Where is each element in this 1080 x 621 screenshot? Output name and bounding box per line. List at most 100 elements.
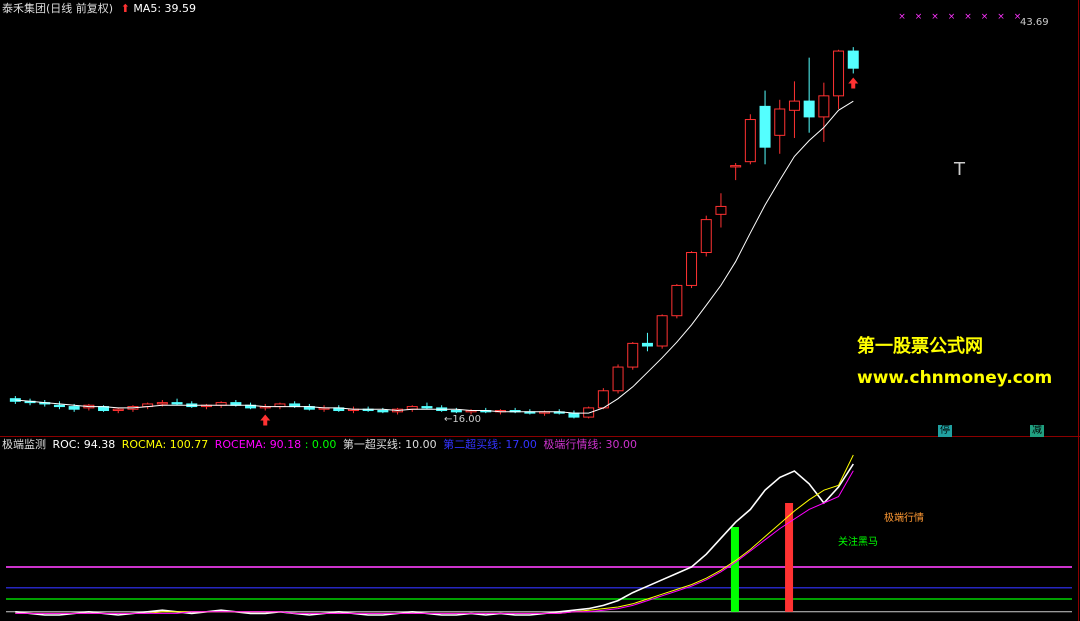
candle [818, 82, 830, 142]
price-candles [9, 47, 859, 419]
candle-body [847, 50, 859, 69]
candle [847, 47, 859, 74]
candle-body [627, 342, 639, 368]
rocema-line [15, 470, 854, 614]
watermark-url: www.chnmoney.com [857, 368, 1053, 388]
candle-body [700, 219, 712, 254]
bar-red-text: 极端行情 [884, 513, 924, 524]
ma-label: MA5: [133, 2, 162, 15]
candle-body [112, 408, 124, 412]
roc-legend: ROC: 94.38 [53, 438, 116, 451]
signal-bar [730, 527, 739, 612]
line3-value: 30.00 [605, 438, 638, 451]
rocma-label: ROCMA: [121, 438, 167, 451]
candle [392, 407, 404, 415]
candle [171, 398, 183, 406]
main-header: 泰禾集团(日线 前复权) ⬆ MA5: 39.59 [2, 2, 196, 16]
candle-body [421, 406, 433, 409]
candle [436, 405, 448, 412]
indicator-header: 极端监测 ROC: 94.38 ROCMA: 100.77 ROCEMA: 90… [2, 438, 637, 452]
ma5-line [15, 100, 854, 414]
candle [200, 403, 212, 410]
candle [215, 401, 227, 408]
halt-tag: 停 [938, 425, 952, 437]
line1-value: 10.00 [405, 438, 437, 451]
candle [274, 402, 286, 410]
line2-label: 第二超买线: [443, 438, 502, 451]
candle [509, 407, 521, 414]
candle-body [568, 412, 580, 418]
candle [641, 332, 653, 352]
candle [318, 405, 330, 412]
rocma-legend: ROCMA: 100.77 [122, 438, 209, 451]
top-marker-icon: × [898, 12, 906, 22]
roc-line [15, 463, 854, 616]
zero-value: : 0.00 [304, 438, 337, 451]
candle [627, 342, 639, 370]
candle [347, 406, 359, 414]
top-marker-icon: × [997, 12, 1005, 22]
right-border [1078, 0, 1079, 621]
ma-value: 39.59 [164, 2, 197, 15]
candle [53, 401, 65, 410]
top-marker-icon: × [915, 12, 923, 22]
top-marker-icon: × [931, 12, 939, 22]
line1-label: 第一超买线: [342, 438, 402, 451]
line3-label: 极端行情线: [543, 438, 603, 451]
candle [671, 284, 683, 319]
candle-body [171, 402, 183, 405]
candle-body [803, 100, 815, 118]
top-markers: × × × × × × × × [898, 12, 1021, 22]
watermark-title: 第一股票公式网 [857, 336, 983, 357]
candle-body [450, 410, 462, 413]
candle [583, 406, 595, 419]
candle [568, 410, 580, 419]
candle-body [641, 342, 653, 347]
line3-legend: 极端行情线: 30.00 [543, 438, 637, 451]
candle [686, 251, 698, 289]
candle-body [744, 119, 756, 163]
candle [730, 162, 742, 181]
candle-body [686, 252, 698, 286]
candle-body [818, 95, 830, 118]
candle [612, 364, 624, 394]
indicator-name[interactable]: 极端监测 [2, 438, 46, 451]
rocema-label: ROCEMA: [214, 438, 267, 451]
rocema-legend: ROCEMA: 90.18 [215, 438, 301, 451]
candle [803, 57, 815, 133]
candle-body [68, 406, 80, 410]
top-marker-icon: × [981, 12, 989, 22]
candle [186, 401, 198, 408]
buy-arrow-icon [260, 414, 271, 426]
rocma-line [15, 454, 854, 614]
candle [127, 405, 139, 412]
low-price-label: ←16.00 [444, 414, 482, 425]
candle-body [671, 284, 683, 317]
candle [112, 407, 124, 414]
ma-arrow-icon: ⬆ [120, 2, 130, 15]
rocma-value: 100.77 [169, 438, 209, 451]
high-price-label: 43.69 [1020, 17, 1049, 28]
candle [759, 90, 771, 165]
candle [700, 215, 712, 257]
candle-body [730, 165, 742, 168]
bar-green-text: 关注黑马 [838, 537, 878, 548]
candle [377, 407, 389, 414]
top-marker-icon: × [948, 12, 956, 22]
candle [774, 99, 786, 154]
chart-canvas[interactable]: × × × × × × × × [0, 0, 1080, 621]
line1-legend: 第一超买线: 10.00 [343, 438, 437, 451]
top-marker-icon: × [964, 12, 972, 22]
candle-body [53, 404, 65, 408]
roc-value: 94.38 [83, 438, 116, 451]
candle [421, 402, 433, 410]
candle [406, 405, 418, 412]
reference-lines [6, 566, 1072, 613]
candle-body [156, 402, 168, 405]
candle [715, 193, 727, 228]
candle-body [774, 108, 786, 136]
candle-body [377, 410, 389, 413]
candle [788, 81, 800, 138]
stock-title[interactable]: 泰禾集团(日线 前复权) [2, 2, 113, 15]
signal-bar [785, 503, 794, 612]
